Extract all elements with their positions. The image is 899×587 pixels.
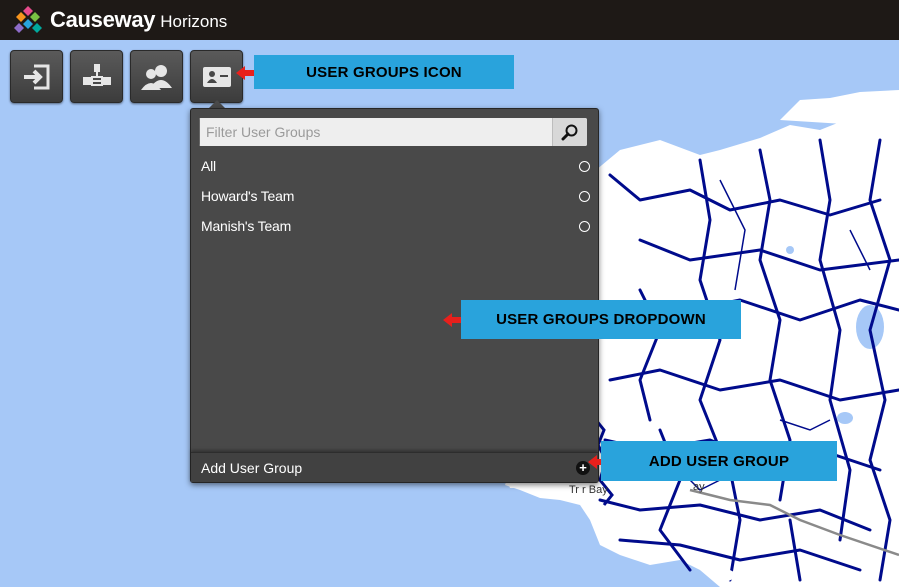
user-group-item-manishs-team[interactable]: Manish's Team: [191, 211, 598, 241]
users-button[interactable]: [130, 50, 183, 103]
radio-icon[interactable]: [579, 190, 590, 202]
user-group-label: Manish's Team: [201, 218, 292, 234]
search-icon: [561, 124, 578, 141]
user-group-item-all[interactable]: All: [191, 151, 598, 181]
pointer-arrow-icon: [236, 66, 256, 80]
radio-icon[interactable]: [579, 220, 590, 232]
causeway-logo-icon: [14, 6, 42, 33]
pointer-arrow-icon: [443, 313, 463, 327]
network-icon: [82, 63, 111, 86]
product-name: Horizons: [160, 11, 228, 31]
user-group-item-howards-team[interactable]: Howard's Team: [191, 181, 598, 211]
users-icon: [140, 64, 172, 90]
filter-box: [199, 118, 587, 146]
land-north: [780, 90, 899, 125]
user-group-label: All: [201, 158, 216, 174]
filter-user-groups-input[interactable]: [199, 118, 552, 146]
user-groups-icon: [202, 66, 231, 87]
network-button[interactable]: [70, 50, 123, 103]
user-group-label: Howard's Team: [201, 188, 295, 204]
map-label-bay: Tr r Bay: [569, 484, 608, 496]
search-button[interactable]: [552, 118, 587, 146]
login-icon: [23, 64, 49, 89]
callout-user-groups-icon: USER GROUPS ICON: [254, 55, 514, 89]
radio-icon[interactable]: [579, 160, 590, 172]
add-user-group-label: Add User Group: [201, 459, 303, 476]
callout-user-groups-dropdown: USER GROUPS DROPDOWN: [461, 300, 741, 339]
add-user-group-button[interactable]: Add User Group +: [191, 452, 598, 482]
app-header: Causeway Horizons: [0, 0, 899, 40]
user-groups-dropdown: All Howard's Team Manish's Team Add User…: [190, 108, 599, 483]
brand-name: Causeway: [50, 7, 156, 32]
map-label-bay-2: ay: [693, 481, 705, 493]
callout-add-user-group: ADD USER GROUP: [601, 441, 837, 481]
user-group-list: All Howard's Team Manish's Team: [191, 151, 598, 241]
login-button[interactable]: [10, 50, 63, 103]
